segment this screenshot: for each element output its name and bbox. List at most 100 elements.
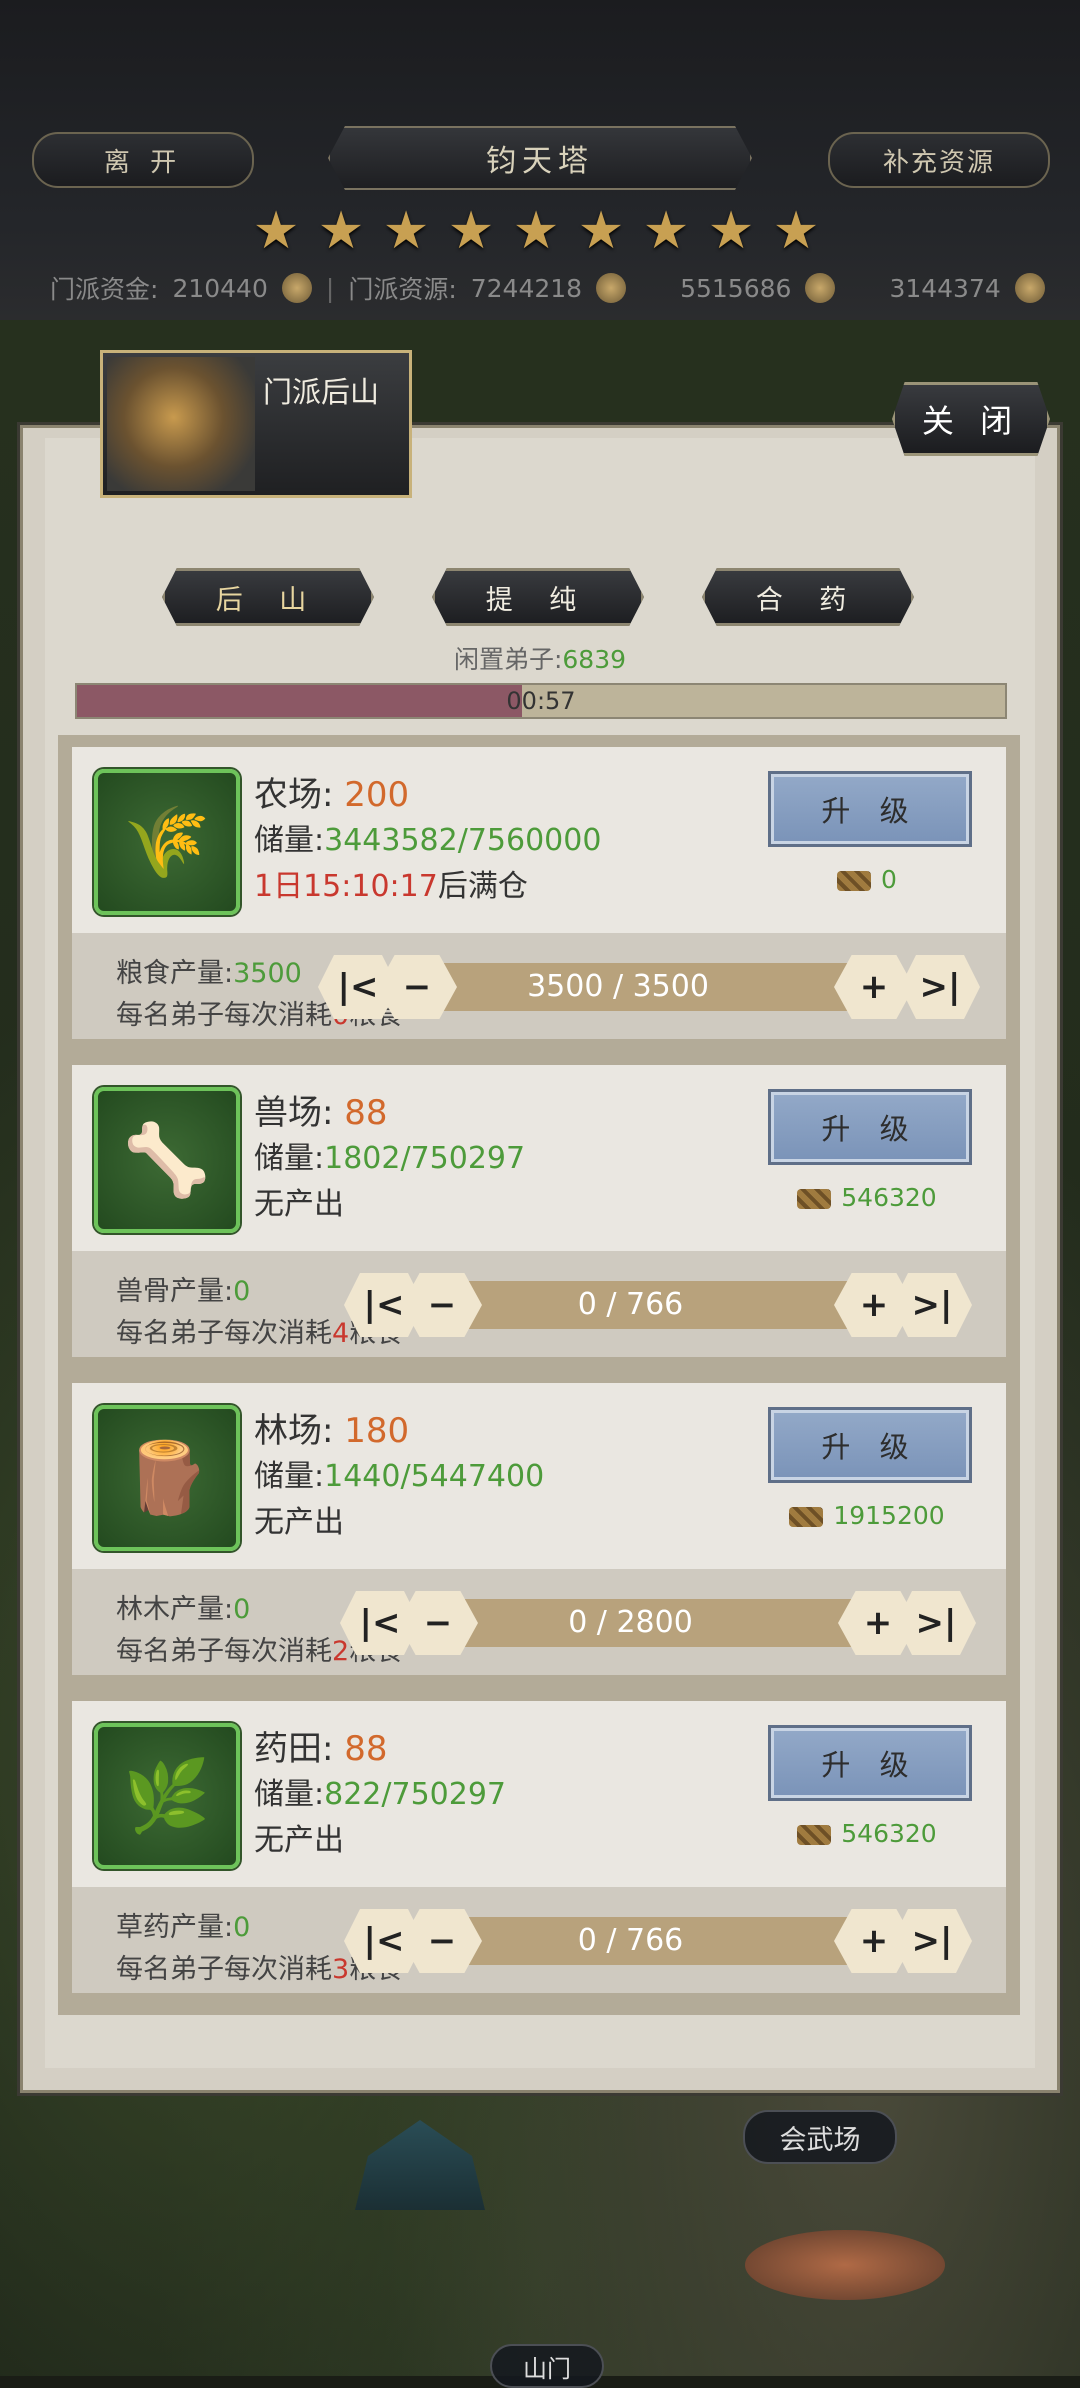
upgrade-cost: 0 <box>768 865 966 894</box>
star-icon: ★ <box>707 201 755 261</box>
sect-resources-label: 门派资源: <box>348 275 457 304</box>
production-line: 草药产量:0 <box>116 1912 251 1943</box>
facility-card-top: 🪵 林场: 180 储量:1440/5447400 无产出 升 级 191520… <box>72 1383 1006 1569</box>
upgrade-button[interactable]: 升 级 <box>768 1725 972 1801</box>
wood-icon <box>797 1189 832 1209</box>
map-label-gate[interactable]: 山门 <box>490 2344 604 2388</box>
incense-burner-icon <box>107 357 255 491</box>
herb-bowl-icon: 🌿 <box>123 1754 211 1837</box>
max-button[interactable]: >| <box>892 1909 972 1973</box>
facility-storage: 储量:822/750297 <box>254 1777 506 1812</box>
facility-card: 🦴 兽场: 88 储量:1802/750297 无产出 升 级 546320 兽… <box>72 1065 1006 1357</box>
wood-icon <box>789 1507 824 1527</box>
stepper-value: 0 / 2800 <box>568 1605 693 1640</box>
logs-icon: 🪵 <box>123 1436 211 1519</box>
facility-card-bottom: 林木产量:0 每名弟子每次消耗2粮食 0 / 2800 |< − + >| <box>72 1569 1006 1675</box>
upgrade-button[interactable]: 升 级 <box>768 1407 972 1483</box>
facility-name: 农场: 200 <box>254 775 410 815</box>
star-rating: ★ ★ ★ ★ ★ ★ ★ ★ ★ <box>250 205 822 257</box>
stepper-value: 3500 / 3500 <box>527 969 709 1004</box>
production-line: 兽骨产量:0 <box>116 1276 251 1307</box>
facility-card-bottom: 粮食产量:3500 每名弟子每次消耗0粮食 3500 / 3500 |< − +… <box>72 933 1006 1039</box>
grain-sacks-icon: 🌾 <box>123 800 211 883</box>
facility-card: 🌾 农场: 200 储量:3443582/7560000 1日15:10:17后… <box>72 747 1006 1039</box>
max-button[interactable]: >| <box>900 955 980 1019</box>
production-line: 林木产量:0 <box>116 1594 251 1625</box>
facility-list[interactable]: 🌾 农场: 200 储量:3443582/7560000 1日15:10:17后… <box>58 735 1020 2015</box>
facility-status: 无产出 <box>254 1187 344 1222</box>
map-label-arena[interactable]: 会武场 <box>743 2110 897 2164</box>
top-bar: 离 开 钧天塔 补充资源 ★ ★ ★ ★ ★ ★ ★ ★ ★ 门派资金: 210… <box>0 0 1080 323</box>
idle-disciples: 闲置弟子:6839 <box>0 640 1080 676</box>
sect-resources-value: 7244218 <box>470 273 583 303</box>
facility-card: 🌿 药田: 88 储量:822/750297 无产出 升 级 546320 草药… <box>72 1701 1006 1993</box>
bone-skull-icon: 🦴 <box>123 1118 211 1201</box>
facility-name: 药田: 88 <box>254 1729 388 1769</box>
ore-icon <box>596 273 627 303</box>
facility-status: 无产出 <box>254 1505 344 1540</box>
quantity-stepper[interactable]: 0 / 766 |< − + >| <box>344 1909 972 1973</box>
tab-bar: 后 山 提 纯 合 药 <box>162 568 914 626</box>
facility-name: 林场: 180 <box>254 1411 410 1451</box>
panel-title-tab: 门派后山 <box>100 350 412 498</box>
facility-card-bottom: 兽骨产量:0 每名弟子每次消耗4粮食 0 / 766 |< − + >| <box>72 1251 1006 1357</box>
replenish-resources-button[interactable]: 补充资源 <box>828 132 1050 188</box>
star-icon: ★ <box>447 201 495 261</box>
stepper-value: 0 / 766 <box>577 1923 684 1958</box>
star-icon: ★ <box>772 201 820 261</box>
divider: | <box>325 273 335 303</box>
upgrade-cost: 546320 <box>768 1183 966 1212</box>
timer-progress-bar: 00:57 <box>75 683 1007 719</box>
close-button[interactable]: 关 闭 <box>892 382 1050 456</box>
wood-icon <box>837 871 872 891</box>
resource-row: 门派资金: 210440 | 门派资源: 7244218 5515686 314… <box>50 270 1060 306</box>
facility-icon-frame[interactable]: 🪵 <box>94 1405 240 1551</box>
star-icon: ★ <box>382 201 430 261</box>
resource-value-3: 5515686 <box>680 273 792 303</box>
facility-card-top: 🦴 兽场: 88 储量:1802/750297 无产出 升 级 546320 <box>72 1065 1006 1251</box>
tab-refine[interactable]: 提 纯 <box>432 568 644 626</box>
quantity-stepper[interactable]: 0 / 766 |< − + >| <box>344 1273 972 1337</box>
idle-label: 闲置弟子: <box>453 645 563 674</box>
facility-name: 兽场: 88 <box>254 1093 388 1133</box>
facility-icon-frame[interactable]: 🌿 <box>94 1723 240 1869</box>
star-icon: ★ <box>642 201 690 261</box>
facility-status: 无产出 <box>254 1823 344 1858</box>
wood-icon <box>797 1825 832 1845</box>
facility-storage: 储量:1440/5447400 <box>254 1459 545 1494</box>
stone-icon <box>1014 273 1045 303</box>
upgrade-cost: 1915200 <box>768 1501 966 1530</box>
max-button[interactable]: >| <box>892 1273 972 1337</box>
tab-compound[interactable]: 合 药 <box>702 568 914 626</box>
quantity-stepper[interactable]: 3500 / 3500 |< − + >| <box>318 955 980 1019</box>
sect-funds-label: 门派资金: <box>50 275 159 304</box>
coin-icon <box>281 273 312 303</box>
star-icon: ★ <box>512 201 560 261</box>
arena-plaza-icon <box>745 2230 945 2300</box>
leave-button[interactable]: 离 开 <box>32 132 254 188</box>
facility-status: 1日15:10:17后满仓 <box>254 869 528 904</box>
facility-card-top: 🌿 药田: 88 储量:822/750297 无产出 升 级 546320 <box>72 1701 1006 1887</box>
timer-text: 00:57 <box>506 687 576 715</box>
resource-value-4: 3144374 <box>889 273 1001 303</box>
quantity-stepper[interactable]: 0 / 2800 |< − + >| <box>340 1591 976 1655</box>
stepper-value: 0 / 766 <box>577 1287 684 1322</box>
tab-backmountain[interactable]: 后 山 <box>162 568 374 626</box>
facility-card: 🪵 林场: 180 储量:1440/5447400 无产出 升 级 191520… <box>72 1383 1006 1675</box>
upgrade-button[interactable]: 升 级 <box>768 1089 972 1165</box>
max-button[interactable]: >| <box>896 1591 976 1655</box>
panel-title: 门派后山 <box>263 375 380 409</box>
star-icon: ★ <box>317 201 365 261</box>
tower-title: 钧天塔 <box>328 126 752 190</box>
upgrade-button[interactable]: 升 级 <box>768 771 972 847</box>
facility-card-bottom: 草药产量:0 每名弟子每次消耗3粮食 0 / 766 |< − + >| <box>72 1887 1006 1993</box>
sect-funds-value: 210440 <box>172 273 268 303</box>
sword-icon <box>805 273 836 303</box>
facility-icon-frame[interactable]: 🦴 <box>94 1087 240 1233</box>
production-line: 粮食产量:3500 <box>116 958 302 989</box>
idle-value: 6839 <box>562 645 627 674</box>
facility-icon-frame[interactable]: 🌾 <box>94 769 240 915</box>
facility-card-top: 🌾 农场: 200 储量:3443582/7560000 1日15:10:17后… <box>72 747 1006 933</box>
facility-storage: 储量:3443582/7560000 <box>254 823 602 858</box>
facility-storage: 储量:1802/750297 <box>254 1141 526 1176</box>
